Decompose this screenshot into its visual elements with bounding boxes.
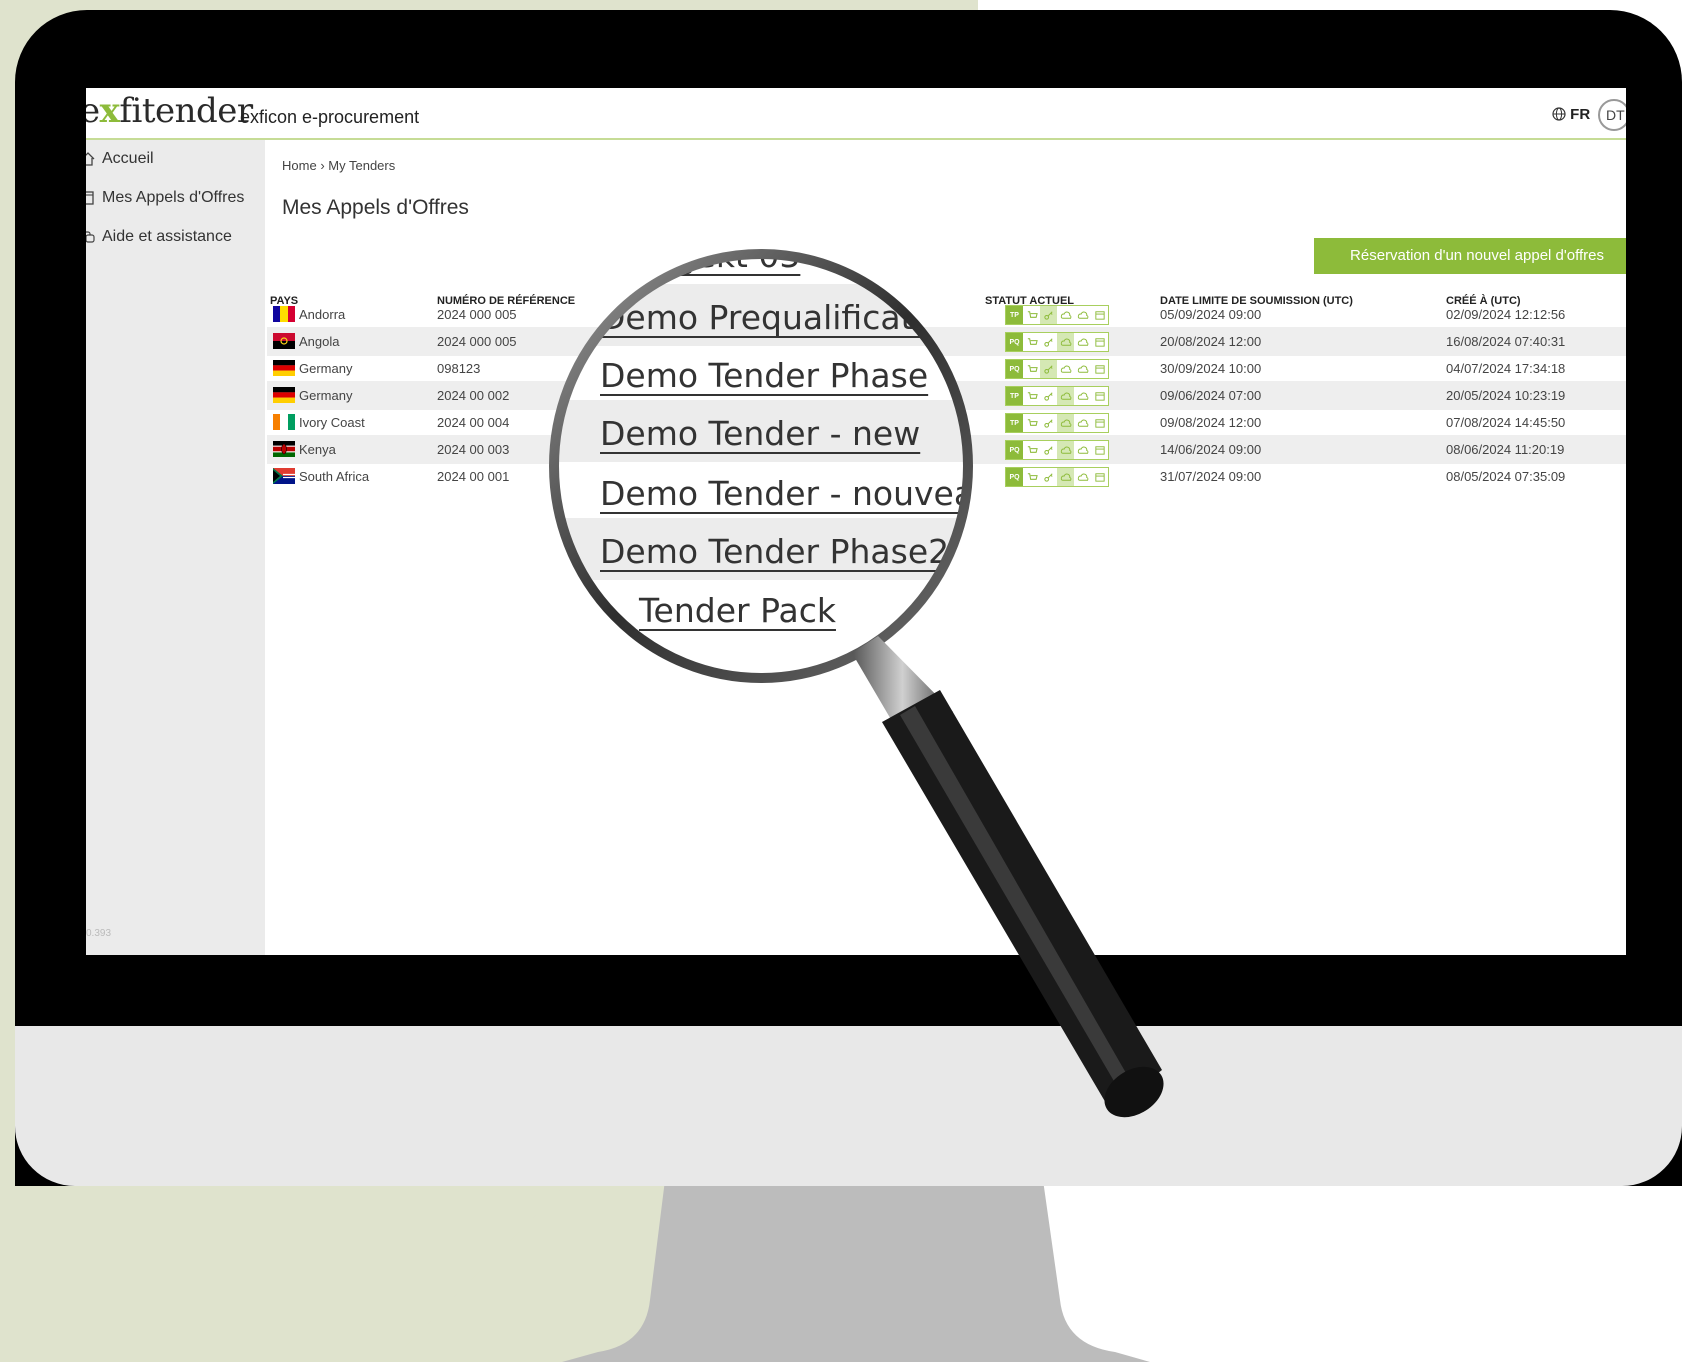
magnifier-icon <box>549 249 1164 1118</box>
